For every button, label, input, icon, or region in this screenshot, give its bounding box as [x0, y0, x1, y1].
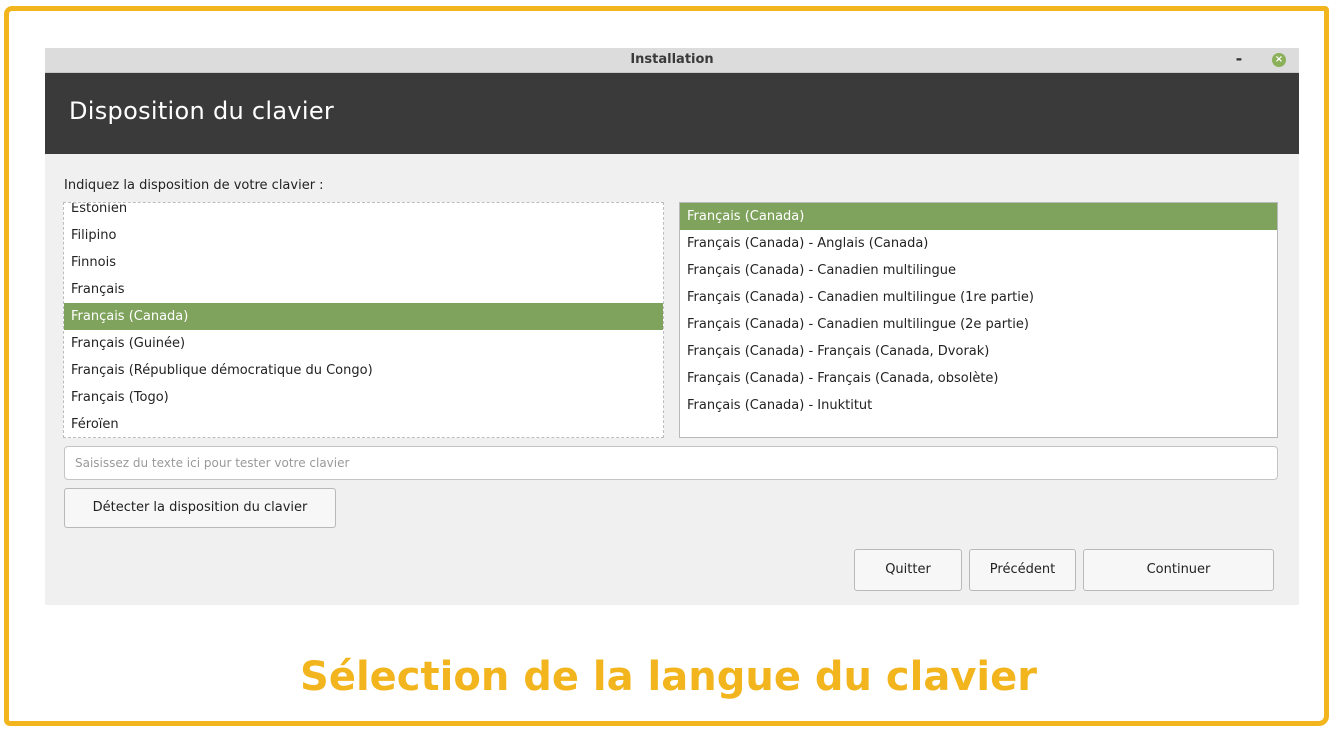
- window-title: Installation: [630, 52, 714, 67]
- layout-list-item[interactable]: Français (République démocratique du Con…: [64, 357, 663, 384]
- layout-list-item[interactable]: Féroïen: [64, 411, 663, 437]
- layout-list-item[interactable]: Français (Guinée): [64, 330, 663, 357]
- layout-list-item[interactable]: Estonien: [64, 203, 663, 222]
- variant-list-item[interactable]: Français (Canada) - Anglais (Canada): [680, 230, 1277, 257]
- window-titlebar[interactable]: Installation - ×: [45, 48, 1299, 73]
- variant-list[interactable]: Français (Canada) Français (Canada) - Ang…: [679, 202, 1278, 438]
- variant-list-item[interactable]: Français (Canada) - Canadien multilingue: [680, 257, 1277, 284]
- layout-list[interactable]: Estonien Filipino Finnois Français Français …: [63, 202, 664, 438]
- layout-list-item[interactable]: Français (Togo): [64, 384, 663, 411]
- layout-list-item[interactable]: Filipino: [64, 222, 663, 249]
- minimize-button[interactable]: -: [1231, 48, 1247, 72]
- variant-list-item[interactable]: Français (Canada) - Canadien multilingue…: [680, 311, 1277, 338]
- layout-list-item[interactable]: Français: [64, 276, 663, 303]
- close-button[interactable]: ×: [1272, 53, 1286, 67]
- layout-list-item[interactable]: Français (Canada): [64, 303, 663, 330]
- page-title: Disposition du clavier: [69, 97, 335, 125]
- keyboard-test-input[interactable]: [64, 446, 1278, 480]
- layout-prompt-label: Indiquez la disposition de votre clavier…: [64, 178, 324, 193]
- page-header: Disposition du clavier: [45, 73, 1299, 154]
- layout-list-item[interactable]: Finnois: [64, 249, 663, 276]
- variant-list-item[interactable]: Français (Canada) - Français (Canada, ob…: [680, 365, 1277, 392]
- variant-list-item[interactable]: Français (Canada): [680, 203, 1277, 230]
- previous-button[interactable]: Précédent: [969, 549, 1076, 591]
- variant-list-item[interactable]: Français (Canada) - Inuktitut: [680, 392, 1277, 419]
- continue-button[interactable]: Continuer: [1083, 549, 1274, 591]
- variant-list-item[interactable]: Français (Canada) - Français (Canada, Dv…: [680, 338, 1277, 365]
- quit-button[interactable]: Quitter: [854, 549, 962, 591]
- installer-window: Installation - × Disposition du clavier …: [45, 48, 1299, 605]
- variant-list-item[interactable]: Français (Canada) - Canadien multilingue…: [680, 284, 1277, 311]
- detect-layout-button[interactable]: Détecter la disposition du clavier: [64, 488, 336, 528]
- caption-title: Sélection de la langue du clavier: [300, 654, 1037, 700]
